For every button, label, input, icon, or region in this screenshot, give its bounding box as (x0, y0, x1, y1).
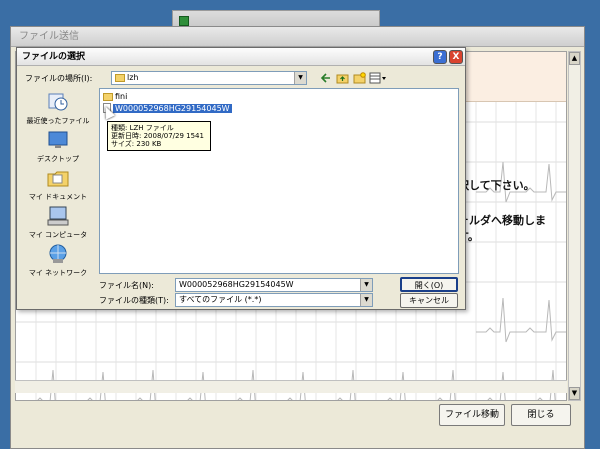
desktop-icon (48, 131, 68, 148)
tooltip-type: 種類: LZH ファイル (111, 124, 174, 132)
filename-label: ファイル名(N): (99, 281, 154, 290)
file-name: fini (115, 92, 128, 101)
location-value: lzh (127, 73, 139, 82)
chevron-down-icon[interactable]: ▼ (294, 72, 306, 84)
app-icon (179, 16, 189, 26)
place-label: 最近使ったファイル (26, 117, 90, 125)
chevron-down-icon[interactable]: ▼ (360, 294, 372, 306)
tooltip-size: サイズ: 230 KB (111, 140, 162, 148)
file-send-window-title: ファイル送信 (11, 27, 584, 47)
location-label: ファイルの場所(I): (25, 74, 93, 83)
horizontal-scrollbar[interactable] (15, 380, 567, 393)
place-desktop[interactable]: デスクトップ (22, 130, 94, 164)
file-list[interactable]: fini W000052968HG29154045W 種類: LZH ファイル … (99, 88, 459, 274)
filetype-value: すべてのファイル (*.*) (179, 295, 262, 304)
my-computer-icon (47, 206, 69, 226)
tooltip-modified: 更新日時: 2008/07/29 1541 (111, 132, 204, 140)
filetype-label: ファイルの種類(T): (99, 296, 169, 305)
place-label: デスクトップ (37, 155, 79, 163)
file-tooltip: 種類: LZH ファイル 更新日時: 2008/07/29 1541 サイズ: … (107, 121, 211, 151)
place-label: マイ ネットワーク (28, 269, 88, 277)
place-my-computer[interactable]: マイ コンピュータ (22, 206, 94, 240)
ecg-trace (476, 297, 566, 343)
close-icon[interactable]: X (449, 50, 463, 64)
place-recent[interactable]: 最近使ったファイル (22, 92, 94, 126)
location-combo[interactable]: lzh ▼ (111, 71, 307, 85)
folder-icon (115, 73, 125, 82)
my-documents-icon (47, 171, 69, 187)
help-icon[interactable]: ? (433, 50, 447, 64)
back-icon[interactable] (320, 72, 332, 84)
place-my-network[interactable]: マイ ネットワーク (22, 244, 94, 278)
places-bar: 最近使ったファイル デスクトップ マイ ドキュメント マイ コンピュータ マイ … (22, 88, 94, 298)
place-label: マイ ドキュメント (28, 193, 88, 201)
list-item-selected[interactable]: W000052968HG29154045W (103, 103, 232, 113)
my-network-icon (49, 244, 67, 263)
view-menu-icon[interactable] (369, 72, 387, 84)
folder-icon (103, 92, 113, 101)
instruction-text-2: ォルダへ移動します。 (458, 214, 546, 243)
chevron-down-icon[interactable]: ▼ (360, 279, 372, 291)
filename-value: W000052968HG29154045W (179, 280, 294, 289)
place-my-documents[interactable]: マイ ドキュメント (22, 168, 94, 202)
dialog-title: ファイルの選択 (17, 48, 465, 66)
recent-icon (48, 93, 68, 111)
list-item[interactable]: fini (103, 92, 127, 101)
filetype-select[interactable]: すべてのファイル (*.*) ▼ (175, 293, 373, 307)
file-name: W000052968HG29154045W (113, 103, 232, 113)
scroll-down-icon[interactable]: ▼ (569, 387, 580, 400)
instruction-text-1: 択して下さい。 (458, 179, 535, 192)
scroll-up-icon[interactable]: ▲ (569, 52, 580, 65)
cancel-button[interactable]: キャンセル (400, 293, 458, 308)
vertical-scrollbar[interactable]: ▲ ▼ (568, 51, 581, 401)
move-file-button[interactable]: ファイル移動 (439, 404, 505, 426)
open-button[interactable]: 開く(O) (400, 277, 458, 292)
close-button[interactable]: 閉じる (511, 404, 571, 426)
new-folder-icon[interactable] (353, 72, 366, 84)
place-label: マイ コンピュータ (28, 231, 88, 239)
filename-field[interactable]: W000052968HG29154045W ▼ (175, 278, 373, 292)
up-folder-icon[interactable] (336, 72, 349, 84)
file-select-dialog: ファイルの選択 ? X ファイルの場所(I): lzh ▼ 最近使ったファイル … (16, 47, 466, 310)
